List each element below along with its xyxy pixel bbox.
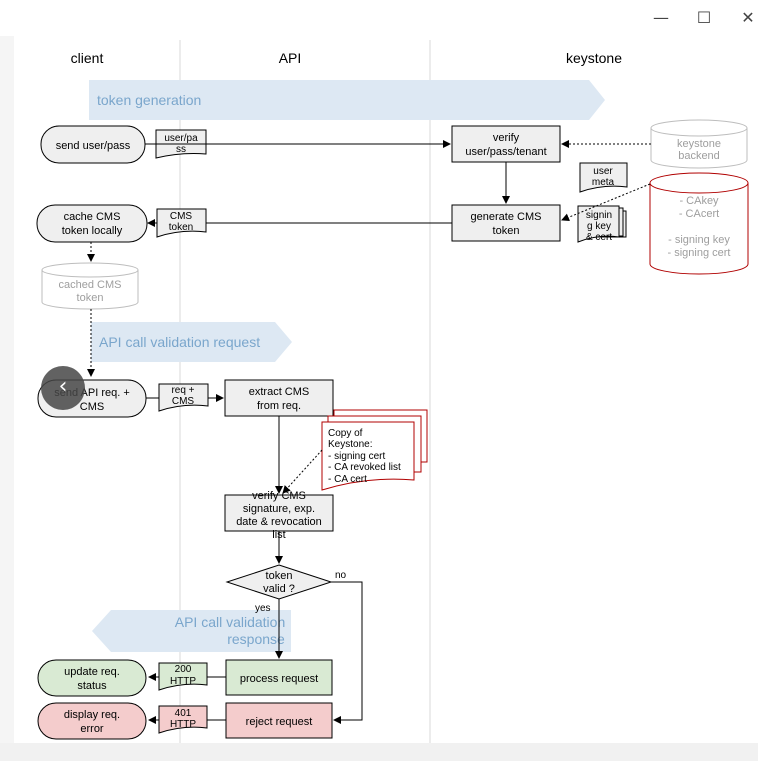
- req-cms-label-1: req +: [171, 385, 194, 396]
- display-req-label-1: display req.: [64, 709, 120, 721]
- window: — ☐ ✕ client API keystone token generati…: [0, 0, 758, 761]
- sequence-diagram: client API keystone token generation API…: [36, 40, 749, 743]
- copy-keystone-label-4: - CA revoked list: [328, 462, 401, 473]
- verify-userpass-label-2: user/pass/tenant: [465, 146, 546, 158]
- signing-key-label-2: g key: [587, 221, 611, 232]
- signing-key-label-1: signin: [586, 210, 612, 221]
- verify-userpass-label-1: verify: [493, 132, 520, 144]
- generate-cms-label-1: generate CMS: [471, 211, 542, 223]
- verify-cms-label-1: verify CMS: [252, 490, 306, 502]
- ca-key-label-1: - CAkey: [679, 195, 719, 207]
- keystone-backend-label-1: keystone: [677, 138, 721, 150]
- ca-key-label-4: - signing cert: [668, 247, 731, 259]
- update-req-label-2: status: [77, 680, 107, 692]
- banner-validation-response-label-2: response: [227, 631, 285, 647]
- banner-validation-request-label: API call validation request: [99, 334, 260, 350]
- reject-request-label: reject request: [246, 716, 313, 728]
- token-valid-label-2: valid ?: [263, 583, 295, 595]
- cms-token-label-2: token: [169, 222, 193, 233]
- extract-cms-label-2: from req.: [257, 400, 301, 412]
- ca-key-label-2: - CAcert: [679, 208, 719, 220]
- user-meta-label-2: meta: [592, 177, 615, 188]
- cms-token-label-1: CMS: [170, 211, 193, 222]
- http-200-label-2: HTTP: [170, 676, 196, 687]
- send-api-label-2: CMS: [80, 401, 104, 413]
- lane-header-client: client: [71, 50, 104, 66]
- userpass-doc-label-2: ss: [176, 144, 186, 155]
- userpass-doc-label-1: user/pa: [164, 133, 198, 144]
- back-arrow-icon[interactable]: ‹: [41, 366, 85, 410]
- keystone-backend-label-2: backend: [678, 150, 720, 162]
- update-req-label-1: update req.: [64, 666, 120, 678]
- user-meta-label-1: user: [593, 166, 613, 177]
- verify-cms-label-3: date & revocation: [236, 516, 322, 528]
- lane-header-api: API: [279, 50, 302, 66]
- http-401-label-2: HTTP: [170, 719, 196, 730]
- arrow-no-branch: [331, 581, 363, 724]
- banner-token-generation-label: token generation: [97, 92, 201, 108]
- http-200-label-1: 200: [175, 664, 192, 675]
- generate-cms-label-2: token: [493, 225, 520, 237]
- req-cms-label-2: CMS: [172, 396, 195, 407]
- copy-keystone-label-1: Copy of: [328, 428, 363, 439]
- verify-cms-label-2: signature, exp.: [243, 503, 315, 515]
- ca-key-label-3: - signing key: [668, 234, 730, 246]
- signing-key-label-3: & cert: [586, 232, 612, 243]
- cached-cms-label-2: token: [77, 292, 104, 304]
- cache-cms-label-1: cache CMS: [64, 211, 121, 223]
- copy-keystone-label-2: Keystone:: [328, 439, 372, 450]
- extract-cms-label-1: extract CMS: [249, 386, 310, 398]
- copy-keystone-label-5: - CA cert: [328, 474, 367, 485]
- cache-cms-label-2: token locally: [62, 225, 123, 237]
- token-valid-label-1: token: [266, 570, 293, 582]
- bottom-bar: [0, 743, 758, 761]
- yes-label: yes: [255, 603, 271, 614]
- http-401-label-1: 401: [175, 708, 192, 719]
- process-request-label: process request: [240, 673, 318, 685]
- send-userpass-label: send user/pass: [56, 140, 131, 152]
- no-label: no: [335, 570, 347, 581]
- lane-header-keystone: keystone: [566, 50, 622, 66]
- banner-validation-response-label-1: API call validation: [175, 614, 286, 630]
- arrow-copy-to-verifycms: [282, 449, 323, 494]
- display-req-label-2: error: [80, 723, 104, 735]
- copy-keystone-label-3: - signing cert: [328, 451, 385, 462]
- cached-cms-label-1: cached CMS: [59, 279, 122, 291]
